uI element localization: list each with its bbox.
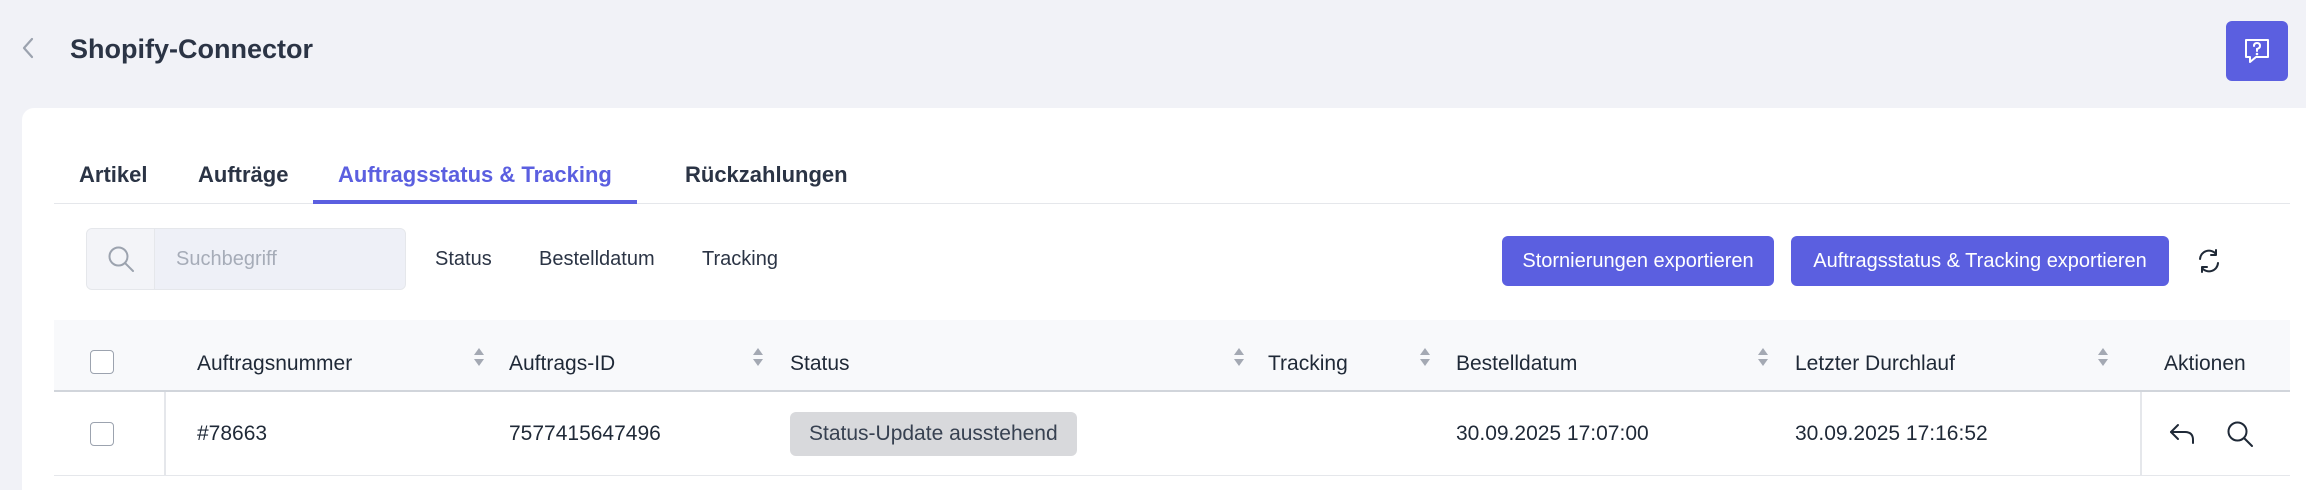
sort-icon[interactable] bbox=[1418, 346, 1432, 368]
tab-rueckzahlungen[interactable]: Rückzahlungen bbox=[660, 152, 873, 204]
search-icon-container bbox=[87, 229, 155, 289]
reply-action-button[interactable] bbox=[2166, 418, 2198, 450]
export-cancellations-button[interactable]: Stornierungen exportieren bbox=[1502, 236, 1774, 286]
table-row: #78663 7577415647496 Status-Update ausst… bbox=[54, 392, 2290, 476]
cell-auftragsnummer: #78663 bbox=[197, 422, 268, 445]
column-header-auftrags-id: Auftrags-ID bbox=[509, 352, 616, 375]
column-divider bbox=[2140, 392, 2142, 475]
search-icon bbox=[108, 246, 134, 272]
status-badge: Status-Update ausstehend bbox=[790, 412, 1077, 456]
search-box bbox=[86, 228, 406, 290]
sort-icon[interactable] bbox=[751, 346, 765, 368]
tab-auftraege[interactable]: Aufträge bbox=[173, 152, 313, 204]
chevron-left-icon bbox=[22, 37, 34, 59]
magnifier-icon bbox=[2227, 421, 2253, 447]
filter-bestelldatum[interactable]: Bestelldatum bbox=[539, 248, 655, 271]
column-header-aktionen: Aktionen bbox=[2164, 352, 2246, 375]
page-title: Shopify-Connector bbox=[70, 34, 313, 64]
search-input[interactable] bbox=[156, 229, 405, 289]
orders-table: Auftragsnummer Auftrags-ID Status Tracki… bbox=[54, 320, 2290, 476]
tab-auftragsstatus-tracking[interactable]: Auftragsstatus & Tracking bbox=[313, 152, 637, 204]
help-chat-icon bbox=[2245, 39, 2269, 63]
reply-icon bbox=[2170, 424, 2194, 444]
cell-auftrags-id: 7577415647496 bbox=[509, 422, 661, 445]
top-bar: Shopify-Connector bbox=[0, 0, 2306, 104]
cell-status: Status-Update ausstehend bbox=[790, 392, 1077, 476]
cell-letzter-durchlauf: 30.09.2025 17:16:52 bbox=[1795, 422, 1988, 445]
refresh-icon bbox=[2199, 249, 2219, 273]
column-header-status: Status bbox=[790, 352, 850, 375]
view-action-button[interactable] bbox=[2224, 418, 2256, 450]
export-status-tracking-button[interactable]: Auftragsstatus & Tracking exportieren bbox=[1791, 236, 2169, 286]
sort-icon[interactable] bbox=[2096, 346, 2110, 368]
tab-bar: Artikel Aufträge Auftragsstatus & Tracki… bbox=[54, 152, 2290, 204]
main-card: Artikel Aufträge Auftragsstatus & Tracki… bbox=[22, 108, 2306, 490]
sort-icon[interactable] bbox=[472, 346, 486, 368]
sort-icon[interactable] bbox=[1756, 346, 1770, 368]
tab-artikel[interactable]: Artikel bbox=[54, 152, 172, 204]
back-button[interactable] bbox=[14, 32, 42, 64]
column-header-letzter-durchlauf: Letzter Durchlauf bbox=[1795, 352, 1955, 375]
column-header-tracking: Tracking bbox=[1268, 352, 1348, 375]
table-header: Auftragsnummer Auftrags-ID Status Tracki… bbox=[54, 320, 2290, 392]
filter-status[interactable]: Status bbox=[435, 248, 492, 271]
filter-tracking[interactable]: Tracking bbox=[702, 248, 778, 271]
row-checkbox[interactable] bbox=[90, 422, 114, 446]
select-all-checkbox[interactable] bbox=[90, 350, 114, 374]
column-header-auftragsnummer: Auftragsnummer bbox=[197, 352, 353, 375]
help-button[interactable] bbox=[2226, 21, 2288, 81]
cell-bestelldatum: 30.09.2025 17:07:00 bbox=[1456, 422, 1649, 445]
column-divider bbox=[164, 392, 166, 475]
refresh-button[interactable] bbox=[2192, 244, 2226, 278]
column-header-bestelldatum: Bestelldatum bbox=[1456, 352, 1578, 375]
sort-icon[interactable] bbox=[1232, 346, 1246, 368]
